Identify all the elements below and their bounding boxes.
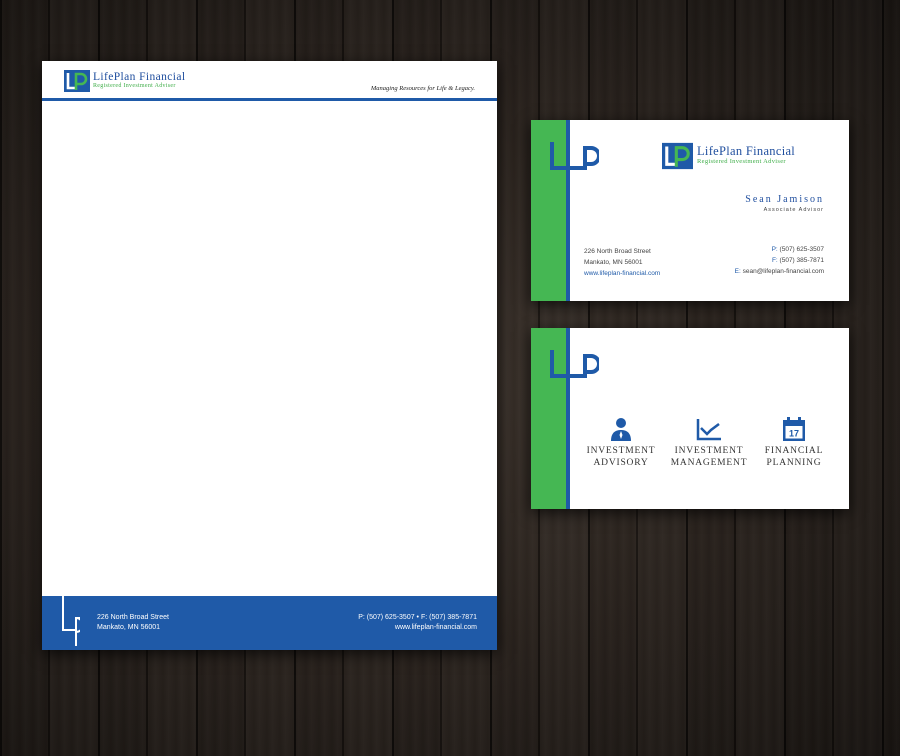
service-financial-planning: 17 Financial Planning [749,416,839,469]
card-brand-name: LifePlan Financial [697,144,796,158]
person-title: Associate Advisor [763,207,824,213]
lp-logo-icon [64,70,90,92]
service-3-line2: Planning [766,457,822,468]
letterhead-tagline: Managing Resources for Life & Legacy. [370,85,475,92]
service-3-line1: Financial [764,446,824,456]
footer-address: 226 North Broad Street Mankato, MN 56001 [97,613,169,633]
phone-value: (507) 625-3507 [779,246,824,253]
calendar-icon: 17 [783,417,805,441]
letterhead-page: LifePlan Financial Registered Investment… [42,61,497,650]
business-card-back: Investment Advisory Investment Managemen… [531,328,849,509]
card-brand-subtitle: Registered Investment Adviser [697,158,786,165]
footer-address-line1: 226 North Broad Street [97,614,169,621]
lp-card-mark-icon [550,142,599,170]
business-card-front: LifePlan Financial Registered Investment… [531,120,849,301]
footer-address-line2: Mankato, MN 56001 [97,624,161,631]
card-website: www.lifeplan-financial.com [584,270,661,277]
footer-phone-fax: P: (507) 625-3507 • F: (507) 385-7871 [358,614,477,621]
phone-label: P: [771,246,778,253]
lp-footer-logo-icon [62,592,80,646]
fax-value: (507) 385-7871 [779,257,824,264]
email-label: E: [734,268,741,275]
email-value: sean@lifeplan-financial.com [742,268,824,275]
brand-name: LifePlan Financial [93,71,186,83]
person-name: Sean Jamison [745,194,824,205]
footer-website: www.lifeplan-financial.com [394,624,477,631]
letterhead-footer: 226 North Broad Street Mankato, MN 56001… [42,592,497,650]
service-1-line2: Advisory [593,457,649,468]
service-2-line2: Management [670,457,748,468]
advisor-person-icon [611,418,631,441]
service-investment-advisory: Investment Advisory [576,416,666,469]
card-address: 226 North Broad Street Mankato, MN 56001… [584,246,660,279]
card-contact: P: (507) 625-3507 F: (507) 385-7871 E: s… [735,244,824,277]
card-address-line2: Mankato, MN 56001 [584,259,643,266]
service-2-line1: Investment [674,446,744,456]
header-divider [42,98,497,101]
calendar-day-text: 17 [789,429,799,439]
card-address-line1: 226 North Broad Street [584,248,651,255]
service-investment-management: Investment Management [664,416,754,469]
brand-subtitle: Registered Investment Adviser [93,83,176,89]
lp-card-mark-icon [550,350,599,378]
line-chart-icon [696,419,721,441]
service-1-line1: Investment [586,446,656,456]
lp-logo-icon [662,142,693,170]
footer-contact: P: (507) 625-3507 • F: (507) 385-7871 ww… [358,613,477,633]
fax-label: F: [771,257,778,264]
